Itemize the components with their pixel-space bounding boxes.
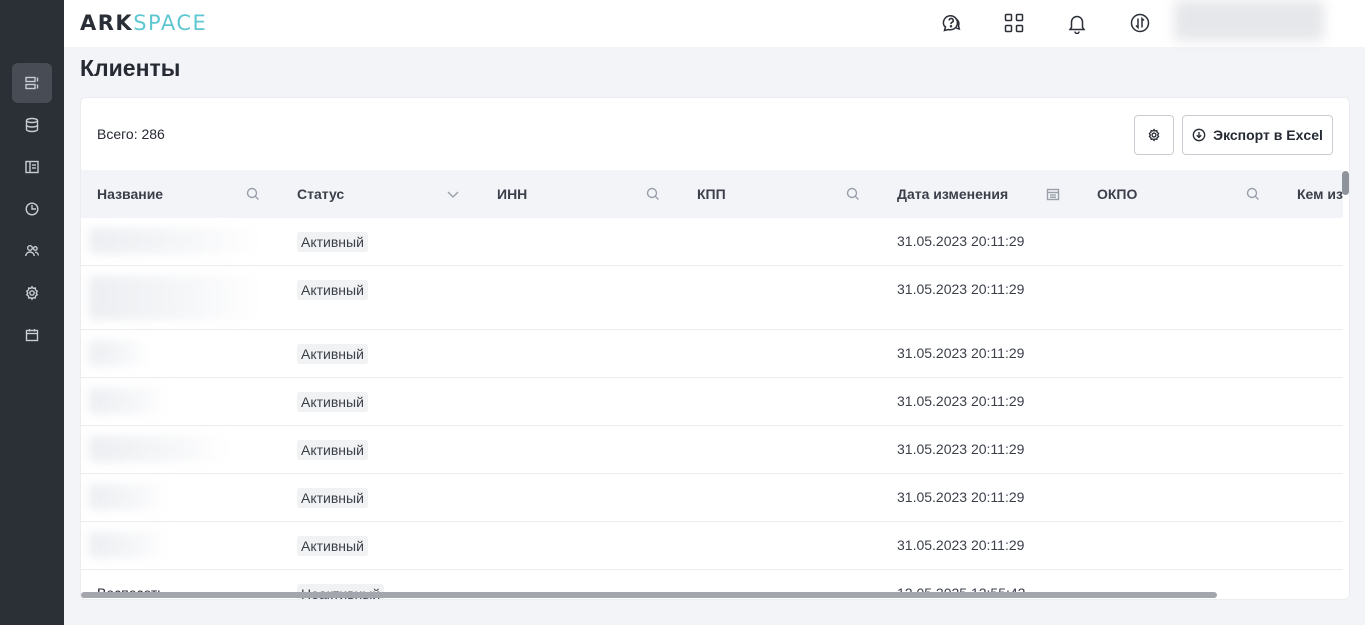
- table-row[interactable]: Активный 31.05.2023 20:11:29: [81, 474, 1343, 522]
- status-badge: Активный: [297, 440, 368, 460]
- modified-date: 31.05.2023 20:11:29: [897, 489, 1025, 505]
- search-icon[interactable]: [845, 186, 861, 202]
- logo-space: SPACE: [133, 11, 208, 35]
- table-row[interactable]: Активный 31.05.2023 20:11:29: [81, 330, 1343, 378]
- column-header[interactable]: Дата изменения: [897, 170, 1008, 218]
- gear-icon: [25, 285, 39, 301]
- users-icon: [25, 245, 39, 257]
- modified-date: 31.05.2023 20:11:29: [897, 393, 1025, 409]
- name-cell-redacted: [89, 228, 259, 254]
- list-icon: [25, 76, 39, 90]
- sidebar-item-clients[interactable]: [12, 63, 52, 103]
- horizontal-scrollbar[interactable]: [81, 592, 1217, 598]
- clients-card: Всего: 286 Экспорт в Excel Название Стат…: [80, 97, 1350, 600]
- modified-date: 31.05.2023 20:11:29: [897, 345, 1025, 361]
- table-settings-button[interactable]: [1134, 115, 1174, 155]
- table-header: Название Статус ИНН КПП Дата изменения О…: [81, 170, 1343, 218]
- column-header[interactable]: ИНН: [497, 170, 527, 218]
- status-badge: Активный: [297, 536, 368, 556]
- logo-ark: ARK: [80, 11, 134, 35]
- column-header[interactable]: КПП: [697, 170, 726, 218]
- apps-grid-button[interactable]: [1001, 10, 1027, 36]
- modified-date: 31.05.2023 20:11:29: [897, 537, 1025, 553]
- vertical-scrollbar[interactable]: [1342, 171, 1349, 195]
- total-count: Всего: 286: [97, 126, 165, 142]
- status-badge: Активный: [297, 392, 368, 412]
- calendar-icon: [25, 329, 39, 342]
- sidebar-item-database[interactable]: [12, 105, 52, 145]
- column-header[interactable]: Кем из: [1297, 170, 1343, 218]
- gear-icon: [1148, 128, 1160, 142]
- search-icon[interactable]: [1245, 186, 1261, 202]
- status-badge: Активный: [297, 488, 368, 508]
- sync-icon: [1130, 13, 1150, 33]
- apps-grid-icon: [1004, 13, 1024, 33]
- layout-icon: [25, 160, 39, 174]
- status-badge: Активный: [297, 344, 368, 364]
- top-bar: ARKSPACE: [64, 0, 1365, 47]
- sidebar: [0, 0, 64, 625]
- export-excel-label: Экспорт в Excel: [1213, 127, 1323, 143]
- modified-date: 31.05.2023 20:11:29: [897, 441, 1025, 457]
- status-badge: Активный: [297, 232, 368, 252]
- export-excel-button[interactable]: Экспорт в Excel: [1182, 115, 1333, 155]
- column-header[interactable]: Название: [97, 170, 163, 218]
- download-icon: [1192, 128, 1206, 142]
- name-cell-redacted: [89, 388, 169, 414]
- help-chat-icon: [942, 15, 961, 32]
- name-cell-redacted: [89, 436, 229, 462]
- table-row[interactable]: Активный 31.05.2023 20:11:29: [81, 218, 1343, 266]
- table-row[interactable]: Активный 31.05.2023 20:11:29: [81, 378, 1343, 426]
- chevron-down-icon[interactable]: [445, 186, 461, 202]
- status-badge: Активный: [297, 280, 368, 300]
- help-chat-button[interactable]: [938, 10, 964, 36]
- table-row[interactable]: Активный 31.05.2023 20:11:29: [81, 426, 1343, 474]
- database-icon: [25, 117, 39, 133]
- clock-pie-icon: [25, 202, 39, 216]
- logo[interactable]: ARKSPACE: [80, 11, 207, 35]
- sidebar-item-calendar[interactable]: [12, 315, 52, 355]
- bell-icon: [1068, 15, 1086, 34]
- sidebar-item-layout[interactable]: [12, 147, 52, 187]
- sidebar-item-reports[interactable]: [12, 189, 52, 229]
- column-header[interactable]: Статус: [297, 170, 344, 218]
- user-profile[interactable]: [1174, 0, 1324, 41]
- notifications-button[interactable]: [1064, 10, 1090, 36]
- table-row[interactable]: Активный 31.05.2023 20:11:29: [81, 522, 1343, 570]
- name-cell-redacted: [89, 532, 169, 558]
- name-cell-redacted: [89, 340, 149, 366]
- name-cell-redacted: [89, 484, 169, 510]
- sidebar-item-users[interactable]: [12, 231, 52, 271]
- search-icon[interactable]: [245, 186, 261, 202]
- modified-date: 31.05.2023 20:11:29: [897, 281, 1025, 297]
- modified-date: 31.05.2023 20:11:29: [897, 233, 1025, 249]
- search-icon[interactable]: [645, 186, 661, 202]
- table-row[interactable]: Активный 31.05.2023 20:11:29: [81, 266, 1343, 330]
- name-cell-redacted: [89, 276, 259, 320]
- page-title: Клиенты: [80, 55, 181, 81]
- sidebar-item-settings[interactable]: [12, 273, 52, 313]
- calendar-icon[interactable]: [1045, 186, 1061, 202]
- sync-button[interactable]: [1127, 10, 1153, 36]
- column-header[interactable]: ОКПО: [1097, 170, 1137, 218]
